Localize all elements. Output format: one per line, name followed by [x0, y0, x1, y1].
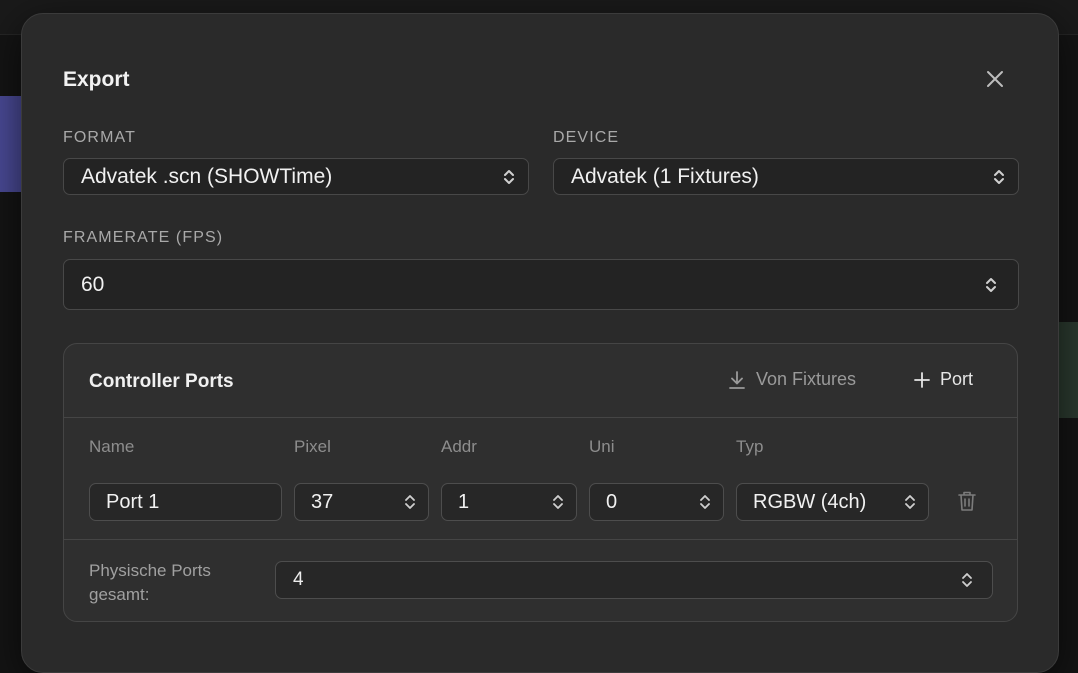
column-addr: Addr	[441, 437, 477, 456]
close-icon	[987, 71, 1003, 87]
format-value: Advatek .scn (SHOWTime)	[81, 164, 333, 188]
column-uni: Uni	[589, 437, 615, 456]
format-select[interactable]: Advatek .scn (SHOWTime)	[63, 158, 529, 195]
physical-ports-value: 4	[293, 569, 304, 590]
add-port-button[interactable]: Port	[913, 369, 973, 390]
chevron-up-down-icon	[984, 274, 998, 296]
port-name-value: Port 1	[106, 490, 160, 513]
add-port-label: Port	[940, 369, 974, 389]
framerate-select[interactable]: 60	[63, 259, 1019, 310]
format-label: FORMAT	[63, 129, 136, 146]
port-name-input[interactable]: Port 1	[89, 483, 282, 521]
port-addr-stepper[interactable]: 1	[441, 483, 577, 521]
chevron-up-down-icon	[960, 570, 974, 590]
column-pixel: Pixel	[294, 437, 331, 456]
port-uni-stepper[interactable]: 0	[589, 483, 724, 521]
panel-title: Controller Ports	[89, 371, 234, 392]
port-pixel-value: 37	[311, 490, 334, 513]
from-fixtures-label: Von Fixtures	[756, 369, 857, 389]
framerate-label: FRAMERATE (FPS)	[63, 229, 224, 246]
physical-ports-label: Physische Ports gesamt:	[89, 561, 211, 604]
device-select[interactable]: Advatek (1 Fixtures)	[553, 158, 1019, 195]
framerate-value: 60	[81, 272, 105, 296]
port-typ-value: RGBW (4ch)	[753, 490, 867, 513]
close-button[interactable]	[981, 65, 1009, 93]
chevron-up-down-icon	[403, 492, 417, 512]
column-typ: Typ	[736, 437, 764, 456]
dialog-title: Export	[63, 68, 130, 91]
column-name: Name	[89, 437, 135, 456]
controller-ports-panel: Controller Ports Von Fixtures Port Name …	[63, 343, 1018, 622]
port-addr-value: 1	[458, 490, 470, 513]
physical-ports-select[interactable]: 4	[275, 561, 993, 599]
export-dialog: Export FORMAT Advatek .scn (SHOWTime) DE…	[21, 13, 1059, 673]
delete-port-button[interactable]	[957, 490, 977, 512]
port-typ-select[interactable]: RGBW (4ch)	[736, 483, 929, 521]
chevron-up-down-icon	[992, 167, 1006, 187]
panel-footer: Physische Ports gesamt: 4	[64, 539, 1017, 621]
from-fixtures-button[interactable]: Von Fixtures	[727, 369, 856, 390]
panel-header: Controller Ports Von Fixtures Port	[64, 344, 1017, 418]
trash-icon	[958, 491, 976, 511]
download-icon	[729, 370, 745, 389]
port-uni-value: 0	[606, 490, 618, 513]
plus-icon	[914, 371, 930, 388]
device-value: Advatek (1 Fixtures)	[571, 164, 759, 188]
chevron-up-down-icon	[551, 492, 565, 512]
chevron-up-down-icon	[698, 492, 712, 512]
device-label: DEVICE	[553, 129, 620, 146]
port-pixel-stepper[interactable]: 37	[294, 483, 429, 521]
chevron-up-down-icon	[903, 492, 917, 512]
chevron-up-down-icon	[502, 167, 516, 187]
